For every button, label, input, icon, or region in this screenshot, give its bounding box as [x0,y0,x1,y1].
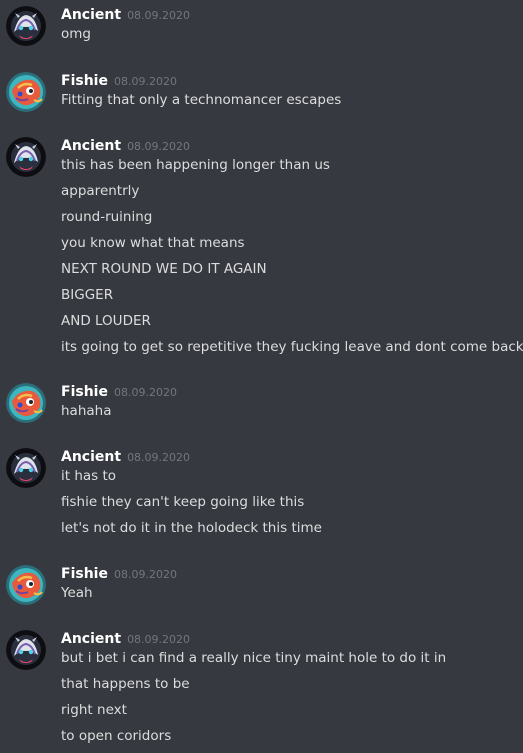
message-text: let's not do it in the holodeck this tim… [61,520,322,536]
username[interactable]: Fishie [61,566,108,582]
message-text: that happens to be [61,676,190,692]
username[interactable]: Ancient [61,7,121,23]
timestamp: 08.09.2020 [127,9,191,22]
ancient-avatar-icon[interactable] [6,448,46,488]
message-text: Yeah [61,585,93,601]
message-header: Fishie 08.09.2020 [61,381,177,401]
timestamp: 08.09.2020 [127,451,191,464]
timestamp: 08.09.2020 [127,633,191,646]
message-header: Ancient 08.09.2020 [61,446,190,466]
message-text: fishie they can't keep going like this [61,494,305,510]
message-text: its going to get so repetitive they fuck… [61,339,523,355]
timestamp: 08.09.2020 [113,386,177,399]
message-text: this has been happening longer than us [61,157,330,173]
username[interactable]: Fishie [61,73,108,89]
message-text: it has to [61,468,117,484]
message-text: to open coridors [61,728,172,744]
message-text: round-ruining [61,209,153,225]
message-group: Ancient 08.09.2020 omg [0,4,523,50]
message-text: but i bet i can find a really nice tiny … [61,650,447,666]
chat-message-list: Ancient 08.09.2020 omg Fishie 08.09.2020 Fit… [0,0,523,753]
timestamp: 08.09.2020 [127,140,191,153]
username[interactable]: Ancient [61,631,121,647]
message-header: Ancient 08.09.2020 [61,135,190,155]
message-group: Fishie 08.09.2020 hahaha [0,381,523,427]
message-header: Ancient 08.09.2020 [61,628,190,648]
message-text: omg [61,26,91,42]
username[interactable]: Ancient [61,449,121,465]
message-group: Fishie 08.09.2020 Yeah [0,563,523,609]
username[interactable]: Fishie [61,384,108,400]
message-header: Fishie 08.09.2020 [61,563,177,583]
message-text: hahaha [61,403,112,419]
message-text: BIGGER [61,287,114,303]
username[interactable]: Ancient [61,138,121,154]
message-text: right next [61,702,127,718]
message-text: NEXT ROUND WE DO IT AGAIN [61,261,267,277]
message-group: Ancient 08.09.2020 it has to fishie they ca… [0,446,523,544]
message-group: Ancient 08.09.2020 but i bet i can find a … [0,628,523,752]
timestamp: 08.09.2020 [113,568,177,581]
ancient-avatar-icon[interactable] [6,630,46,670]
message-text: Fitting that only a technomancer escapes [61,92,342,108]
fishie-avatar-icon[interactable] [6,565,46,605]
ancient-avatar-icon[interactable] [6,137,46,177]
fishie-avatar-icon[interactable] [6,72,46,112]
message-text: apparentrly [61,183,140,199]
message-group: Fishie 08.09.2020 Fitting that only a tech… [0,70,523,116]
message-header: Ancient 08.09.2020 [61,4,190,24]
message-header: Fishie 08.09.2020 [61,70,177,90]
message-text: you know what that means [61,235,245,251]
timestamp: 08.09.2020 [113,75,177,88]
message-text: AND LOUDER [61,313,151,329]
fishie-avatar-icon[interactable] [6,383,46,423]
message-group: Ancient 08.09.2020 this has been happening… [0,135,523,363]
ancient-avatar-icon[interactable] [6,6,46,46]
